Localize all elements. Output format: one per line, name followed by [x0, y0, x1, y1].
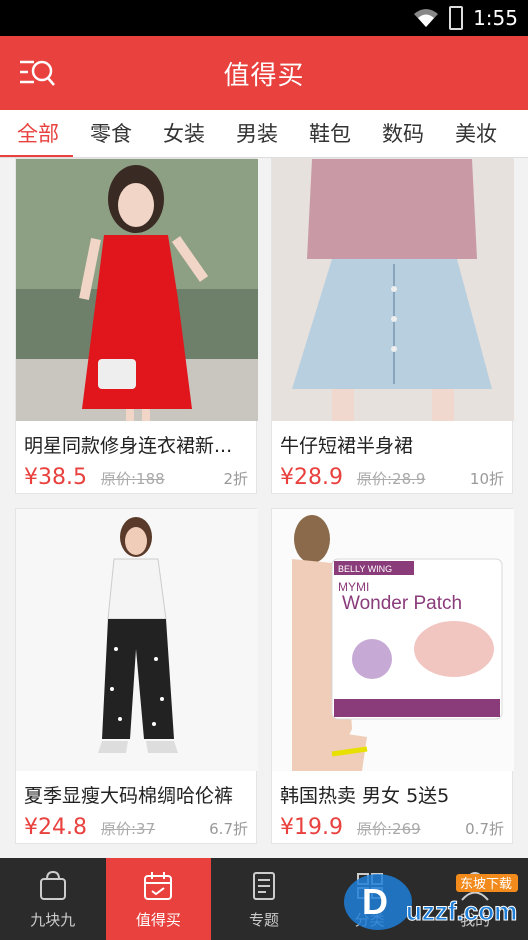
search-menu-icon[interactable]: [18, 56, 56, 90]
product-discount: 2折: [223, 470, 248, 488]
product-original-price: 原价:269: [356, 820, 421, 838]
nav-label: 值得买: [135, 910, 181, 929]
tab-digital[interactable]: 数码: [365, 110, 438, 157]
product-card[interactable]: 牛仔短裙半身裙 ¥28.9 原价:28.9 10折: [271, 158, 514, 494]
tab-snacks[interactable]: 零食: [73, 110, 146, 157]
product-original-price: 原价:188: [100, 470, 165, 488]
tab-men-clothing[interactable]: 男装: [219, 110, 292, 157]
product-name: 牛仔短裙半身裙: [280, 435, 414, 457]
watermark: D uzzf.com 东坡下载: [340, 864, 525, 936]
document-icon: [252, 871, 275, 900]
patch-line1-text: MYMI: [338, 580, 369, 594]
tab-beauty[interactable]: 美妆: [438, 110, 511, 157]
product-card[interactable]: 夏季显瘦大码棉绸哈伦裤 ¥24.8 原价:37 6.7折: [15, 508, 258, 844]
product-original-price: 原价:28.9: [356, 470, 426, 488]
product-card[interactable]: 明星同款修身连衣裙新... ¥38.5 原价:188 2折: [15, 158, 258, 494]
nav-nine-yuan[interactable]: 九块九: [0, 858, 106, 940]
product-price: ¥19.9: [280, 815, 343, 840]
product-image: [16, 159, 258, 421]
app-header: 值得买: [0, 36, 528, 110]
page-title: 值得买: [223, 60, 305, 91]
product-original-price: 原价:37: [100, 820, 156, 838]
product-image: BELLY WING MYMI Wonder Patch: [272, 509, 514, 771]
nav-label: 专题: [248, 910, 279, 929]
product-discount: 0.7折: [465, 820, 504, 838]
product-name: 韩国热卖 男女 5送5: [280, 785, 450, 807]
watermark-subtitle: 东坡下载: [460, 877, 512, 892]
patch-brand-text: BELLY WING: [338, 564, 392, 574]
battery-icon: [449, 6, 464, 30]
watermark-logo: D: [362, 881, 388, 922]
nav-worth-buying[interactable]: 值得买: [105, 858, 212, 940]
product-image: [16, 509, 258, 771]
status-bar: 1:55: [0, 0, 528, 36]
product-price: ¥38.5: [24, 465, 87, 490]
product-card[interactable]: BELLY WING MYMI Wonder Patch 韩国热卖 男女 5送5…: [271, 508, 514, 844]
status-time: 1:55: [473, 6, 518, 30]
patch-title-text: Wonder Patch: [342, 593, 462, 614]
wifi-icon: [414, 9, 439, 27]
product-name: 明星同款修身连衣裙新...: [24, 435, 233, 457]
calendar-icon: [144, 871, 173, 900]
nav-topics[interactable]: 专题: [211, 858, 317, 940]
product-price: ¥24.8: [24, 815, 87, 840]
product-price: ¥28.9: [280, 465, 343, 490]
category-tabs: 全部 零食 女装 男装 鞋包 数码 美妆: [0, 110, 528, 158]
watermark-text: uzzf.com: [406, 896, 517, 926]
product-image: [272, 159, 514, 421]
shopping-bag-icon: [39, 870, 66, 900]
tab-all[interactable]: 全部: [0, 110, 73, 157]
tab-women-clothing[interactable]: 女装: [146, 110, 219, 157]
product-grid: 明星同款修身连衣裙新... ¥38.5 原价:188 2折 牛仔短裙半身裙 ¥2…: [0, 158, 528, 858]
product-discount: 10折: [469, 470, 504, 488]
tab-shoes-bags[interactable]: 鞋包: [292, 110, 365, 157]
product-discount: 6.7折: [209, 820, 248, 838]
nav-label: 九块九: [30, 910, 76, 929]
product-name: 夏季显瘦大码棉绸哈伦裤: [24, 785, 234, 807]
